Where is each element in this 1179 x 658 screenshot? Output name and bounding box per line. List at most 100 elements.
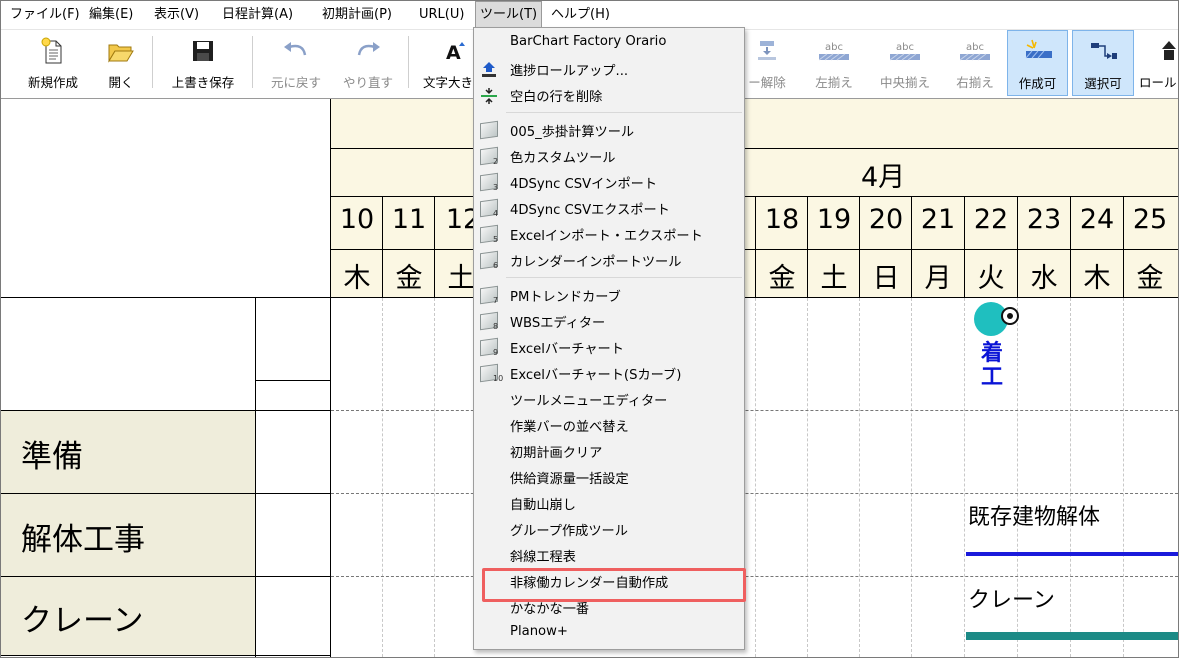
create-enabled-label: 作成可 xyxy=(1018,76,1057,91)
menu-item-auto-leveling[interactable]: 自動山崩し xyxy=(474,490,744,516)
day-number: 22 xyxy=(973,204,1009,235)
menu-item-4dsync-export[interactable]: 4 4DSync CSVエクスポート xyxy=(474,195,744,221)
align-center-icon xyxy=(890,53,920,60)
day-number: 21 xyxy=(920,204,956,235)
tool-cube-icon: 2 xyxy=(480,146,498,166)
bar-demolition[interactable] xyxy=(966,552,1178,556)
menu-schedule-calc[interactable]: 日程計算(A) xyxy=(222,1,293,29)
bar-crane[interactable] xyxy=(966,632,1178,640)
menu-tools[interactable]: ツール(T) xyxy=(475,1,543,28)
select-enabled-toggle[interactable]: 選択可 xyxy=(1072,30,1134,96)
day-name: 土 xyxy=(820,263,848,294)
grid-dashed-line xyxy=(755,298,756,657)
create-enabled-toggle[interactable]: 作成可 xyxy=(1007,30,1068,96)
row-divider xyxy=(331,493,1178,494)
grid-line xyxy=(331,148,1178,149)
menu-item-calendar-import[interactable]: 6 カレンダーインポートツール xyxy=(474,247,744,273)
menu-url[interactable]: URL(U) xyxy=(419,1,464,29)
align-center-button[interactable]: abc 中央揃え xyxy=(869,30,941,96)
menu-item-wbs-editor[interactable]: 8 WBSエディター xyxy=(474,308,744,334)
day-name: 日 xyxy=(872,263,900,294)
grid-line xyxy=(1,655,331,656)
menu-item-barchart-orario[interactable]: BarChart Factory Orario xyxy=(474,30,744,56)
align-left-sample: abc xyxy=(825,41,843,53)
milestone-label: 着工 xyxy=(981,341,1004,390)
grid-dashed-line xyxy=(911,298,912,657)
menubar: ファイル(F) 編集(E) 表示(V) 日程計算(A) 初期計画(P) URL(… xyxy=(1,1,1178,30)
menu-item-4dsync-import[interactable]: 3 4DSync CSVインポート xyxy=(474,169,744,195)
header-month-band xyxy=(331,149,1178,196)
redo-label: やり直す xyxy=(342,75,393,90)
menu-item-planow-plus[interactable]: Planow+ xyxy=(474,620,744,646)
day-name: 月 xyxy=(924,263,952,294)
menu-item-excel-import-export[interactable]: 5 Excelインポート・エクスポート xyxy=(474,221,744,247)
tool-cube-icon: 7 xyxy=(480,285,498,305)
menu-item-diagonal-schedule[interactable]: 斜線工程表 xyxy=(474,542,744,568)
menu-file[interactable]: ファイル(F) xyxy=(10,1,80,29)
align-left-label: 左揃え xyxy=(815,75,853,90)
day-name: 火 xyxy=(977,263,1005,294)
row-label-crane[interactable]: クレーン xyxy=(1,577,255,655)
menu-item-delete-blank-rows[interactable]: 空白の行を削除 xyxy=(474,82,744,108)
save-button[interactable]: 上書き保存 xyxy=(161,30,245,96)
new-label: 新規作成 xyxy=(27,75,78,90)
font-size-button[interactable]: A 文字大き xyxy=(415,30,475,96)
create-bar-icon xyxy=(1025,39,1052,59)
menu-item-sort-bars[interactable]: 作業バーの並べ替え xyxy=(474,412,744,438)
month-label: 4月 xyxy=(861,162,906,193)
grid-line xyxy=(255,380,331,381)
day-name: 金 xyxy=(1136,263,1164,294)
menu-help[interactable]: ヘルプ(H) xyxy=(551,1,610,29)
menu-item-progress-rollup[interactable]: 進捗ロールアップ... xyxy=(474,56,744,82)
bar-label-crane: クレーン xyxy=(968,588,1055,613)
redo-button[interactable]: やり直す xyxy=(335,30,401,96)
day-number: 25 xyxy=(1132,204,1168,235)
menu-item-color-custom[interactable]: 2 色カスタムツール xyxy=(474,143,744,169)
menu-initial-plan[interactable]: 初期計画(P) xyxy=(322,1,392,29)
grid-dashed-line xyxy=(964,298,965,657)
day-name: 木 xyxy=(343,263,371,294)
menu-edit[interactable]: 編集(E) xyxy=(89,1,133,29)
grid-dashed-line xyxy=(434,298,435,657)
svg-text:A: A xyxy=(446,42,461,63)
day-number: 23 xyxy=(1026,204,1062,235)
tool-cube-icon: 10 xyxy=(480,363,503,383)
align-center-sample: abc xyxy=(896,41,914,53)
menu-item-excel-barchart-scurve[interactable]: 10 Excelバーチャート(Sカーブ) xyxy=(474,360,744,386)
undo-button[interactable]: 元に戻す xyxy=(261,30,331,96)
menu-item-tool-menu-editor[interactable]: ツールメニューエディター xyxy=(474,386,744,412)
open-button[interactable]: 開く xyxy=(99,30,143,96)
row-label-preparation[interactable]: 準備 xyxy=(1,411,255,493)
row-label-demolition[interactable]: 解体工事 xyxy=(1,494,255,576)
toolbar-separator xyxy=(252,36,253,88)
font-size-label: 文字大き xyxy=(423,75,474,90)
toolbar-separator xyxy=(408,36,409,88)
day-number: 24 xyxy=(1079,204,1115,235)
day-number: 10 xyxy=(339,204,375,235)
align-right-button[interactable]: abc 右揃え xyxy=(947,30,1003,96)
unlink-button[interactable]: ー解除 xyxy=(739,30,795,96)
menu-item-group-tool[interactable]: グループ作成ツール xyxy=(474,516,744,542)
unlink-icon xyxy=(758,41,776,60)
menu-item-bulk-resource[interactable]: 供給資源量一括設定 xyxy=(474,464,744,490)
menu-item-clear-initial-plan[interactable]: 初期計画クリア xyxy=(474,438,744,464)
menu-item-tool-005[interactable]: 005_歩掛計算ツール xyxy=(474,117,744,143)
open-label: 開く xyxy=(108,75,134,90)
day-number: 18 xyxy=(764,204,800,235)
menu-view[interactable]: 表示(V) xyxy=(154,1,199,29)
menu-item-pm-trend-curve[interactable]: 7 PMトレンドカーブ xyxy=(474,282,744,308)
day-name: 木 xyxy=(1083,263,1111,294)
bar-label-demolition: 既存建物解体 xyxy=(968,505,1101,530)
day-number: 20 xyxy=(868,204,904,235)
grid-dashed-line xyxy=(859,298,860,657)
new-button[interactable]: 新規作成 xyxy=(15,30,91,96)
grid-dashed-line xyxy=(382,298,383,657)
rollup-icon xyxy=(480,61,498,77)
milestone-end-icon xyxy=(1001,307,1019,325)
align-left-icon xyxy=(819,53,849,60)
menu-item-excel-barchart[interactable]: 9 Excelバーチャート xyxy=(474,334,744,360)
save-label: 上書き保存 xyxy=(171,75,235,90)
app-window: ファイル(F) 編集(E) 表示(V) 日程計算(A) 初期計画(P) URL(… xyxy=(0,0,1179,658)
align-left-button[interactable]: abc 左揃え xyxy=(805,30,863,96)
roll-button[interactable]: ロール xyxy=(1139,30,1178,96)
